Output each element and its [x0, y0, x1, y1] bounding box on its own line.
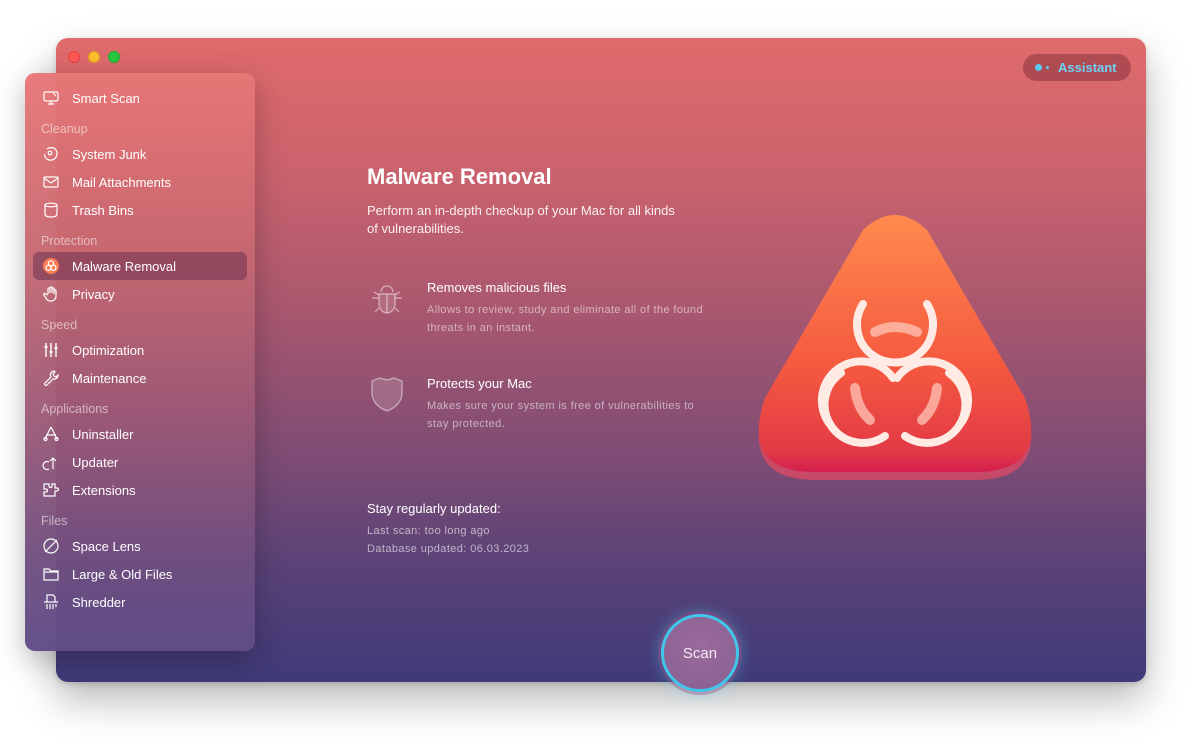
sidebar-item-mail-attachments[interactable]: Mail Attachments [33, 168, 247, 196]
sidebar-item-label: Trash Bins [72, 202, 134, 218]
sidebar-item-maintenance[interactable]: Maintenance [33, 364, 247, 392]
feature-description: Allows to review, study and eliminate al… [427, 304, 703, 334]
puzzle-icon [41, 481, 61, 499]
sidebar-item-extensions[interactable]: Extensions [33, 476, 247, 504]
close-button[interactable] [68, 51, 80, 63]
section-label-protection: Protection [41, 234, 98, 248]
sidebar-item-large-old-files[interactable]: Large & Old Files [33, 560, 247, 588]
sidebar-item-label: Privacy [72, 286, 115, 302]
sidebar-item-malware-removal[interactable]: Malware Removal [33, 252, 247, 280]
sidebar-item-label: Extensions [72, 482, 136, 498]
sidebar-item-shredder[interactable]: Shredder [33, 588, 247, 616]
status-heading: Stay regularly updated: [367, 501, 501, 516]
scan-button[interactable]: Scan [661, 614, 739, 692]
sidebar-item-space-lens[interactable]: Space Lens [33, 532, 247, 560]
sidebar-item-updater[interactable]: Updater [33, 448, 247, 476]
hand-icon [41, 285, 61, 303]
bug-icon [367, 280, 407, 320]
database-updated-text: Database updated: 06.03.2023 [367, 543, 530, 555]
sidebar-item-label: Optimization [72, 342, 145, 358]
last-scan-text: Last scan: too long ago [367, 525, 490, 537]
sidebar-item-uninstaller[interactable]: Uninstaller [33, 420, 247, 448]
planet-icon [41, 537, 61, 555]
shredder-icon [41, 593, 61, 611]
sidebar-item-label: Updater [72, 454, 119, 470]
section-label-speed: Speed [41, 318, 78, 332]
assistant-dot-small-icon [1046, 66, 1049, 69]
scan-button-halo: Scan [658, 611, 742, 695]
page-subtitle: Perform an in-depth checkup of your Mac … [367, 203, 675, 236]
biohazard-icon [41, 257, 61, 275]
trash-icon [41, 201, 61, 219]
monitor-icon [41, 89, 61, 107]
maximize-button[interactable] [108, 51, 120, 63]
update-arrow-icon [41, 453, 61, 471]
sliders-icon [41, 341, 61, 359]
assistant-dot-icon [1035, 64, 1042, 71]
wrench-icon [41, 369, 61, 387]
envelope-icon [41, 173, 61, 191]
disc-icon [41, 145, 61, 163]
page-title: Malware Removal [367, 164, 552, 189]
feature-description: Makes sure your system is free of vulner… [427, 400, 695, 430]
assistant-button[interactable]: Assistant [1023, 54, 1131, 81]
sidebar-item-privacy[interactable]: Privacy [33, 280, 247, 308]
section-label-files: Files [41, 514, 68, 528]
biohazard-hero-icon [745, 208, 1045, 484]
sidebar-item-smart-scan[interactable]: Smart Scan [33, 84, 247, 112]
sidebar-item-label: Maintenance [72, 370, 147, 386]
sidebar-item-label: Mail Attachments [72, 174, 171, 190]
section-label-applications: Applications [41, 402, 109, 416]
assistant-label: Assistant [1058, 60, 1117, 75]
sidebar-item-label: Uninstaller [72, 426, 134, 442]
sidebar-item-label: Smart Scan [72, 90, 140, 106]
minimize-button[interactable] [88, 51, 100, 63]
sidebar-item-optimization[interactable]: Optimization [33, 336, 247, 364]
feature-heading: Removes malicious files [427, 280, 567, 295]
sidebar-item-trash-bins[interactable]: Trash Bins [33, 196, 247, 224]
feature-heading: Protects your Mac [427, 376, 532, 391]
sidebar-item-label: Shredder [72, 594, 126, 610]
sidebar-item-label: Large & Old Files [72, 566, 173, 582]
section-label-cleanup: Cleanup [41, 122, 88, 136]
sidebar: Smart Scan Cleanup System Junk Mail Atta… [25, 73, 255, 651]
sidebar-item-label: System Junk [72, 146, 147, 162]
shield-icon [367, 376, 407, 416]
folder-icon [41, 565, 61, 583]
app-store-icon [41, 425, 61, 443]
sidebar-item-label: Space Lens [72, 538, 141, 554]
sidebar-item-system-junk[interactable]: System Junk [33, 140, 247, 168]
sidebar-item-label: Malware Removal [72, 258, 177, 274]
